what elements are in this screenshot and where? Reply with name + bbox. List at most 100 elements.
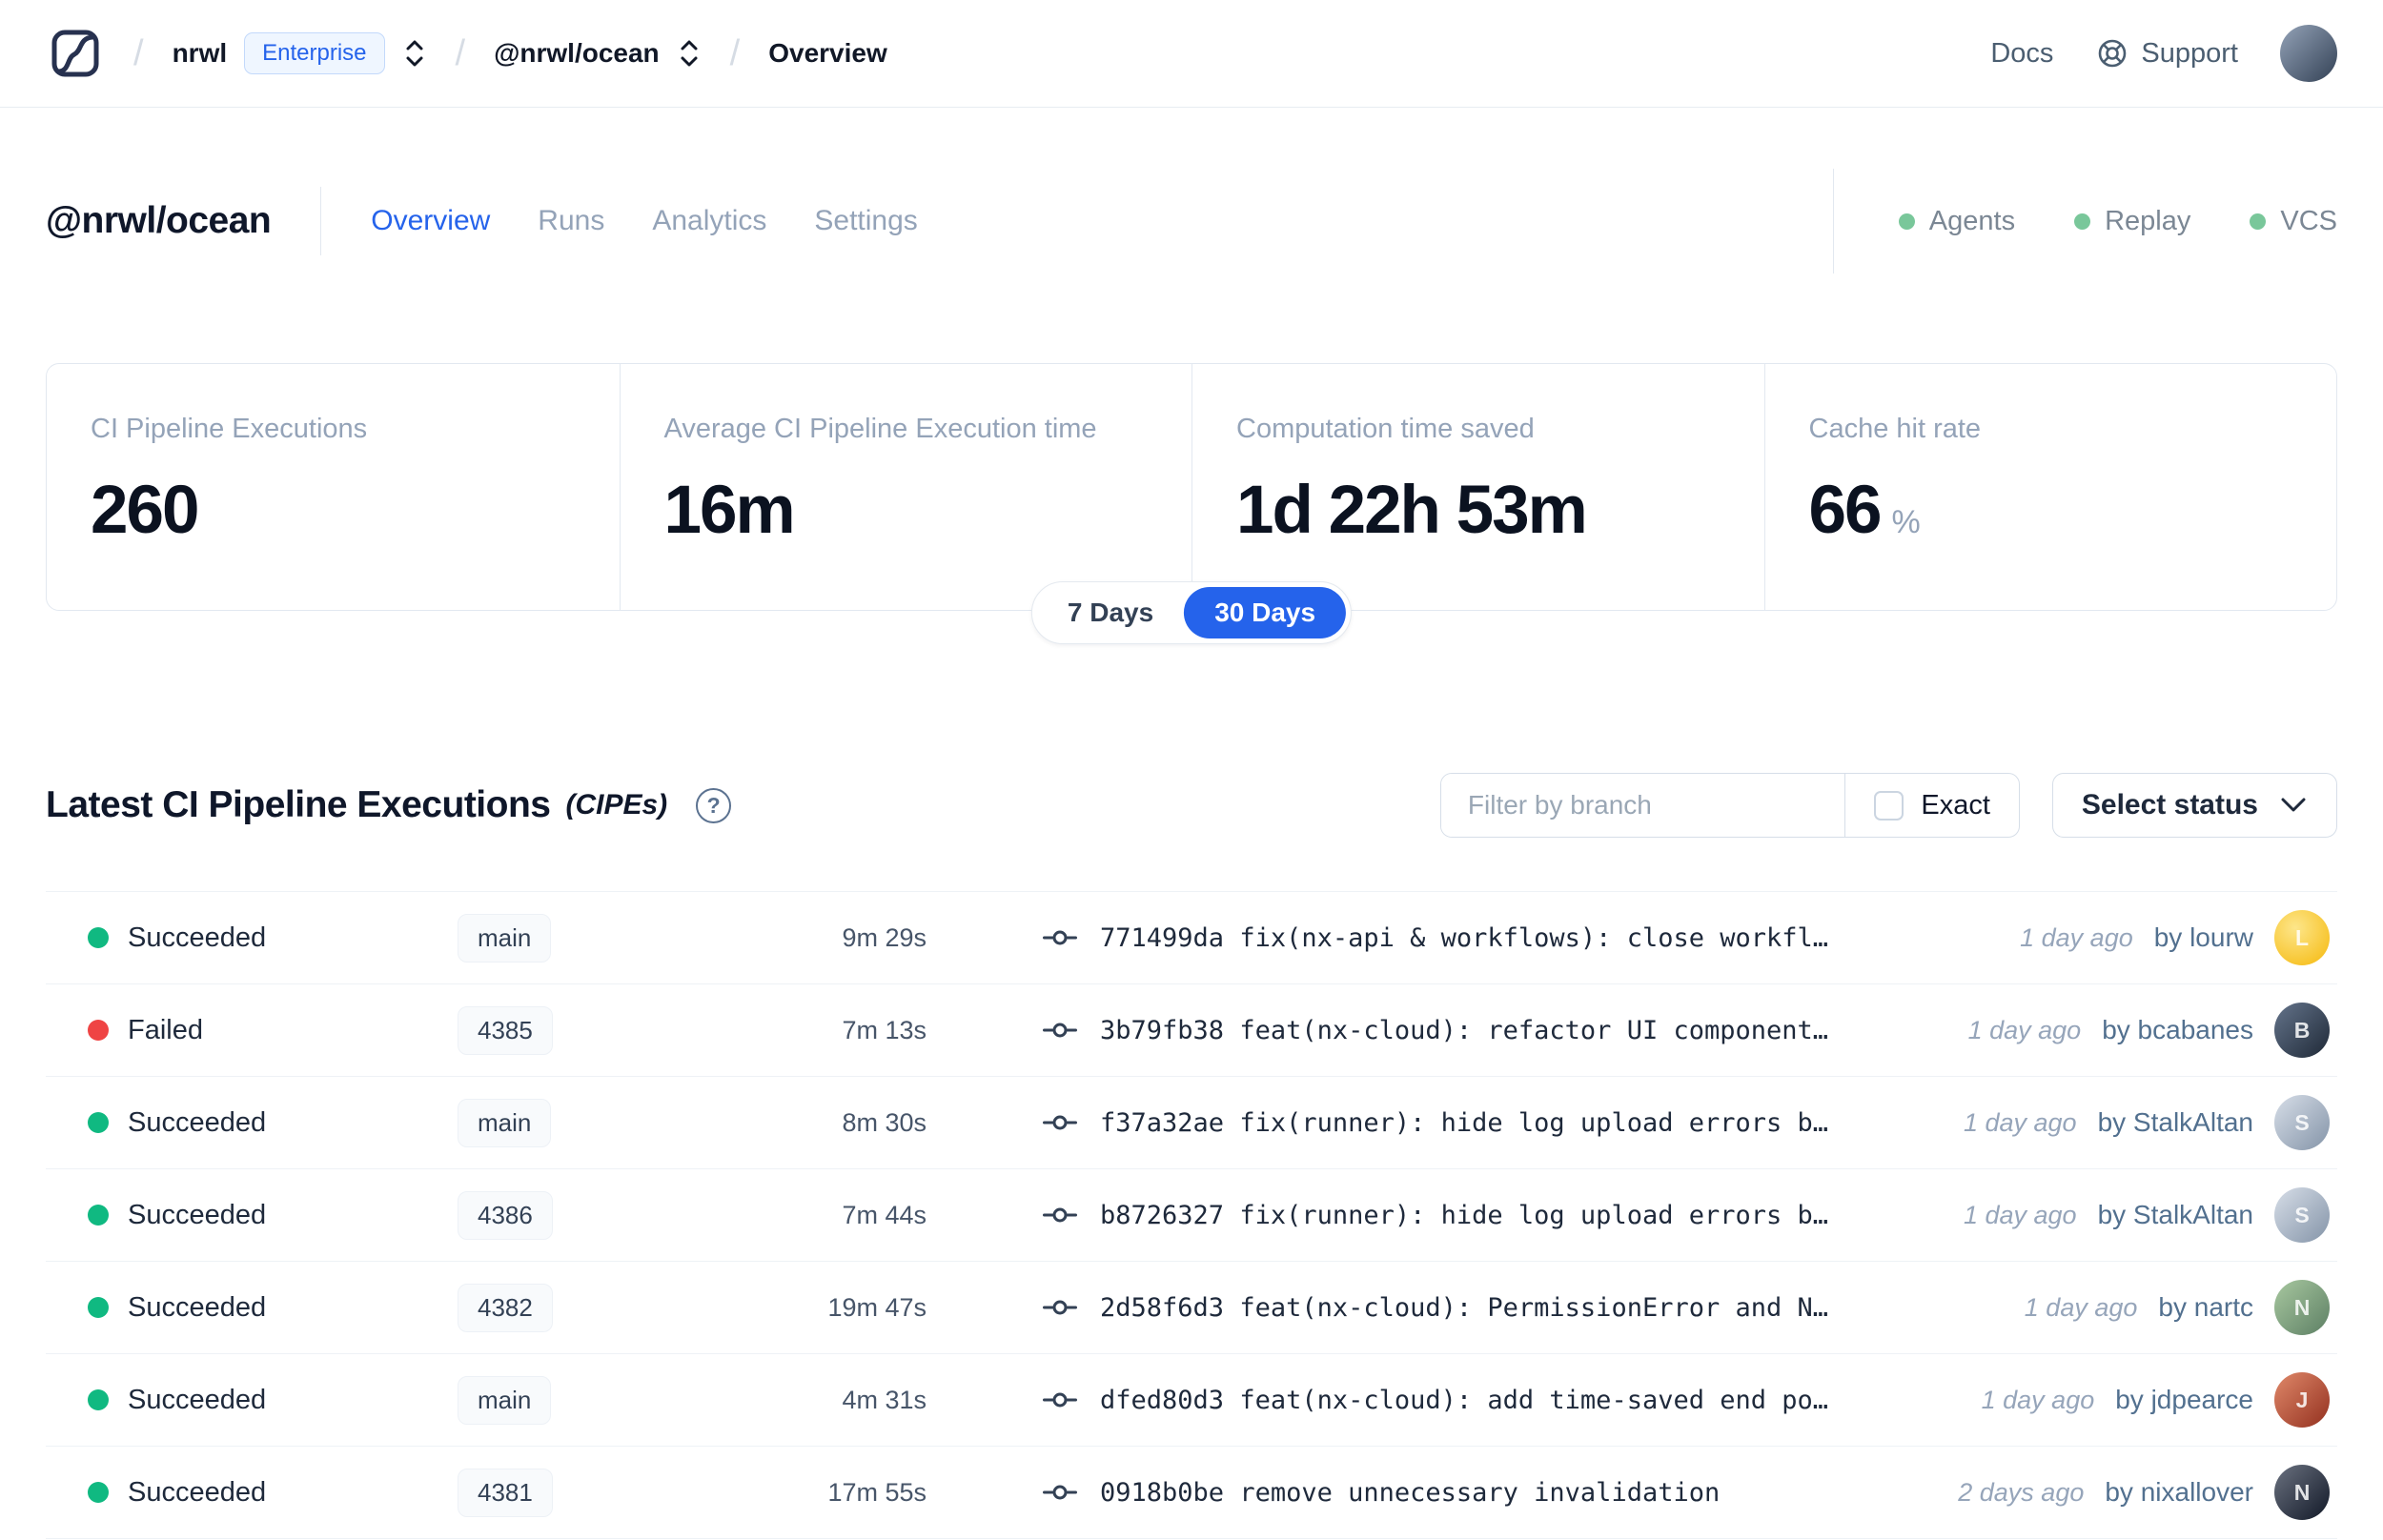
lifebuoy-icon [2095,36,2129,71]
status-dot-icon [88,1020,109,1041]
breadcrumb-page[interactable]: Overview [768,38,887,69]
duration-label: 7m 44s [842,1200,927,1229]
commit-subject: remove unnecessary invalidation [1239,1477,1721,1508]
question-mark-circle-icon[interactable]: ? [696,787,732,823]
status-indicators: Agents Replay VCS [1898,205,2337,237]
section-title: Latest CI Pipeline Executions [46,784,551,825]
green-dot-icon [2250,213,2267,230]
chevron-up-down-icon[interactable] [402,36,427,71]
commit-hash: b8726327 [1100,1200,1225,1230]
commit-cell: f37a32ae fix(runner): hide log upload er… [927,1108,1925,1138]
duration-label: 19m 47s [827,1292,927,1322]
commit-message: b8726327 fix(runner): hide log upload er… [1100,1201,1828,1230]
nx-cloud-logo-icon[interactable] [46,24,105,83]
author-avatar: S [2274,1187,2330,1243]
branch-badge[interactable]: 4385 [458,1005,553,1055]
breadcrumb-separator: / [133,32,144,73]
breadcrumb-workspace-selector[interactable]: @nrwl/ocean [494,36,702,71]
divider [320,187,322,255]
status-cell: Succeeded [88,1292,458,1324]
indicator-label: Agents [1928,205,2016,236]
status-dot-icon [88,927,109,948]
enterprise-badge: Enterprise [244,32,385,74]
branch-cell: main [458,913,772,962]
stat-card-computation-time-saved: Computation time saved 1d 22h 53m [1192,364,1764,610]
stat-label: Computation time saved [1236,414,1535,444]
range-option-7-days[interactable]: 7 Days [1037,587,1184,638]
author-label: by StalkAltan [2097,1200,2253,1229]
author-label: by lourw [2153,922,2253,952]
support-link[interactable]: Support [2095,36,2238,71]
duration-label: 9m 29s [842,922,927,952]
meta-cell: 1 day ago by StalkAltan S [1925,1095,2330,1150]
branch-badge[interactable]: 4382 [458,1283,553,1332]
green-dot-icon [1898,213,1915,230]
time-ago-label: 2 days ago [1958,1477,2085,1507]
tab-analytics[interactable]: Analytics [652,205,766,237]
status-dot-icon [88,1112,109,1133]
navbar-actions: Docs Support [1990,25,2337,82]
commit-cell: 2d58f6d3 feat(nx-cloud): PermissionError… [927,1293,1986,1323]
author-avatar: N [2274,1465,2330,1520]
stat-value: 66 [1808,473,1883,548]
select-status-label: Select status [2081,789,2258,821]
branch-badge[interactable]: 4386 [458,1190,553,1240]
time-ago-label: 1 day ago [2024,1292,2138,1322]
commit-subject: feat(nx-cloud): PermissionError and N… [1239,1292,1829,1323]
user-avatar[interactable] [2280,25,2337,82]
branch-cell: 4381 [458,1468,772,1517]
stats-cards: CI Pipeline Executions 260 Average CI Pi… [46,363,2337,644]
select-status-button[interactable]: Select status [2051,773,2337,838]
status-dot-icon [88,1297,109,1318]
status-dot-icon [88,1389,109,1410]
status-dot-icon [88,1482,109,1503]
commit-hash: 3b79fb38 [1100,1015,1225,1045]
stat-value: 16m [663,473,796,548]
git-commit-icon [1043,1110,1077,1135]
table-row[interactable]: Succeeded 4382 19m 47s 2d58f6d3 feat(nx-… [46,1262,2337,1354]
table-row[interactable]: Succeeded main 9m 29s 771499da fix(nx-ap… [46,892,2337,984]
commit-hash: 771499da [1100,922,1225,953]
commit-hash: dfed80d3 [1100,1385,1225,1415]
git-commit-icon [1043,1480,1077,1505]
tab-settings[interactable]: Settings [814,205,917,237]
status-dot-icon [88,1205,109,1226]
docs-link[interactable]: Docs [1990,38,2053,70]
stat-label: Average CI Pipeline Execution time [663,414,1097,444]
branch-badge[interactable]: main [458,1098,552,1147]
indicator-vcs[interactable]: VCS [2250,206,2337,237]
table-row[interactable]: Succeeded 4386 7m 44s b8726327 fix(runne… [46,1169,2337,1262]
table-row[interactable]: Failed 4385 7m 13s 3b79fb38 feat(nx-clou… [46,984,2337,1077]
tab-runs[interactable]: Runs [538,205,604,237]
time-ago-label: 1 day ago [1967,1015,2082,1044]
status-cell: Succeeded [88,1200,458,1231]
commit-cell: 771499da fix(nx-api & workflows): close … [927,923,1982,953]
indicator-agents[interactable]: Agents [1898,205,2016,237]
status-label: Succeeded [128,922,267,953]
indicator-replay[interactable]: Replay [2074,206,2190,237]
chevron-up-down-icon[interactable] [677,36,702,71]
stat-value: 260 [91,473,199,548]
commit-cell: dfed80d3 feat(nx-cloud): add time-saved … [927,1386,1944,1415]
status-label: Succeeded [128,1106,267,1138]
status-cell: Succeeded [88,1477,458,1509]
branch-badge[interactable]: 4381 [458,1468,553,1517]
stat-label: Cache hit rate [1808,414,1982,444]
status-label: Succeeded [128,1384,267,1415]
commit-cell: 0918b0be remove unnecessary invalidation [927,1478,1920,1508]
breadcrumb-org-selector[interactable]: nrwl Enterprise [173,32,427,74]
branch-filter-input[interactable] [1440,774,1845,837]
branch-badge[interactable]: main [458,913,552,962]
date-range-toggle: 7 Days 30 Days [1030,581,1353,644]
author-avatar: J [2274,1372,2330,1428]
range-option-30-days[interactable]: 30 Days [1184,587,1347,638]
tab-overview[interactable]: Overview [371,205,490,237]
branch-badge[interactable]: main [458,1375,552,1425]
table-row[interactable]: Succeeded 4381 17m 55s 0918b0be remove u… [46,1447,2337,1539]
status-label: Succeeded [128,1199,267,1230]
table-row[interactable]: Succeeded main 4m 31s dfed80d3 feat(nx-c… [46,1354,2337,1447]
table-row[interactable]: Succeeded main 8m 30s f37a32ae fix(runne… [46,1077,2337,1169]
meta-cell: 2 days ago by nixallover N [1920,1465,2330,1520]
stat-card-ci-pipeline-executions: CI Pipeline Executions 260 [47,364,620,610]
exact-checkbox[interactable] [1874,790,1904,821]
